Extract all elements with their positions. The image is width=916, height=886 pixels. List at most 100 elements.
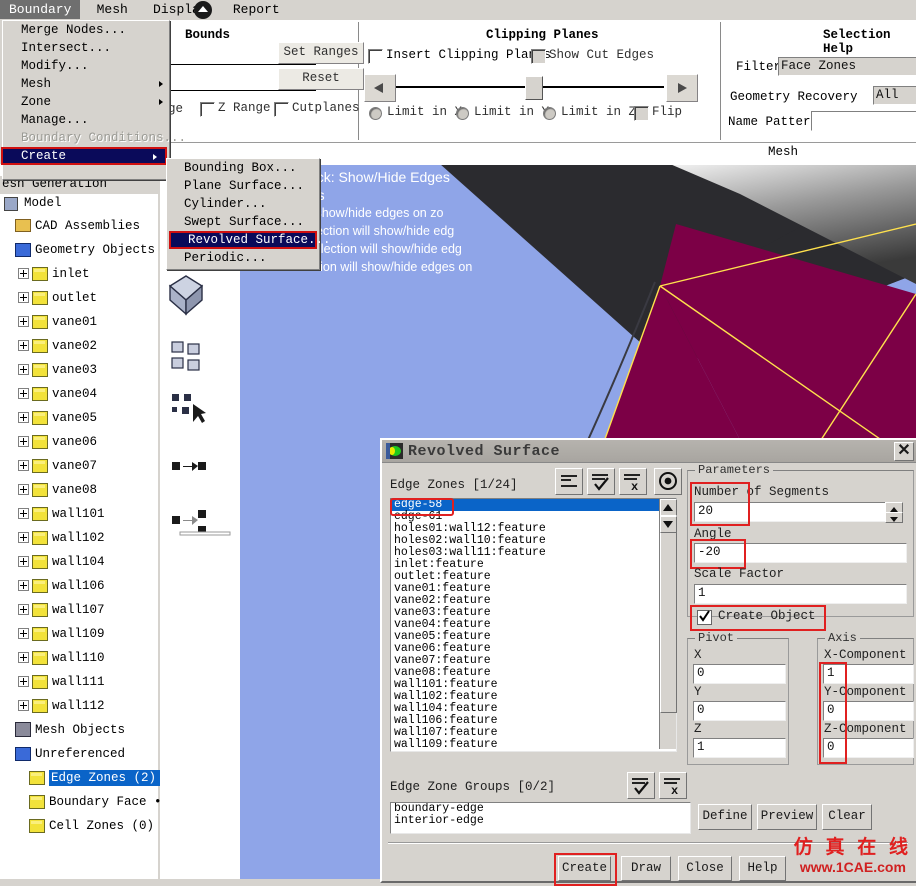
tree-node-edge-zones-2[interactable]: Edge Zones (2) <box>0 766 171 790</box>
expand-icon[interactable] <box>18 292 29 304</box>
limit-in-z-radio[interactable] <box>543 107 556 120</box>
tree-node-wall110[interactable]: wall110 <box>0 646 158 670</box>
tree-node-vane02[interactable]: vane02 <box>0 334 158 358</box>
chevron-up-circle-icon[interactable] <box>192 0 214 20</box>
expand-icon[interactable] <box>18 316 29 328</box>
side-toolbar[interactable] <box>160 164 240 879</box>
help-button[interactable]: Help <box>739 856 786 881</box>
tree-node-mesh-objects[interactable]: Mesh Objects <box>0 718 158 742</box>
clear-button[interactable]: Clear <box>822 804 872 830</box>
menu-report[interactable]: Report <box>224 0 289 19</box>
name-pattern-input[interactable] <box>811 111 916 131</box>
slider-left-button[interactable] <box>364 74 396 102</box>
menu-item-create[interactable]: Create <box>1 147 167 165</box>
clipping-slider-thumb[interactable] <box>525 76 543 100</box>
bounds-field-2[interactable] <box>168 90 316 91</box>
angle-input[interactable]: -20 <box>694 543 907 563</box>
z-range-checkbox[interactable] <box>200 102 215 117</box>
expand-icon[interactable] <box>18 628 29 640</box>
edge-zone-groups-listbox[interactable]: boundary-edge interior-edge <box>390 802 691 834</box>
expand-icon[interactable] <box>18 412 29 424</box>
scroll-thumb[interactable] <box>660 515 677 713</box>
expand-icon[interactable] <box>18 676 29 688</box>
menu-bar[interactable]: Boundary Mesh Display Report <box>0 0 916 20</box>
tree-node-vane05[interactable]: vane05 <box>0 406 158 430</box>
expand-icon[interactable] <box>18 652 29 664</box>
list-highlight-icon[interactable] <box>654 468 682 495</box>
tree-node-cell-zones-0[interactable]: Cell Zones (0) <box>0 814 158 838</box>
create-object-row[interactable]: Create Object <box>694 607 842 627</box>
tree-node-wall104[interactable]: wall104 <box>0 550 158 574</box>
menu-mesh[interactable]: Mesh <box>88 0 137 19</box>
menu-item-intersect[interactable]: Intersect... <box>3 39 169 57</box>
flip-checkbox[interactable] <box>634 106 649 121</box>
submenu-item-revolved-surface[interactable]: Revolved Surface... <box>169 231 331 249</box>
insert-clipping-planes-checkbox[interactable] <box>368 49 383 64</box>
geometry-recovery-value[interactable]: All <box>873 86 916 105</box>
slider-right-button[interactable] <box>666 74 698 102</box>
close-button[interactable]: Close <box>678 856 732 881</box>
tree-node-wall111[interactable]: wall111 <box>0 670 158 694</box>
tree-node-wall107[interactable]: wall107 <box>0 598 158 622</box>
bounds-field-1[interactable] <box>168 64 316 65</box>
list-clear-all-icon[interactable]: x <box>619 468 647 495</box>
scroll-up-icon[interactable] <box>660 499 677 516</box>
axis-z-input[interactable]: 0 <box>823 738 914 758</box>
cutplanes-checkbox[interactable] <box>274 102 289 117</box>
menu-item-mesh[interactable]: Mesh <box>3 75 169 93</box>
submenu-item-cylinder[interactable]: Cylinder... <box>167 195 319 213</box>
edge-zones-scrollbar[interactable] <box>659 499 677 749</box>
scroll-down-icon[interactable] <box>660 516 677 533</box>
number-of-segments-input[interactable]: 20 <box>694 502 889 522</box>
expand-icon[interactable] <box>18 364 29 376</box>
limit-in-y-radio[interactable] <box>456 107 469 120</box>
menu-item-merge-nodes[interactable]: Merge Nodes... <box>3 21 169 39</box>
create-button[interactable]: Create <box>558 856 611 881</box>
tree-node-unreferenced[interactable]: Unreferenced <box>0 742 158 766</box>
segments-spinner[interactable] <box>885 502 903 523</box>
expand-icon[interactable] <box>18 508 29 520</box>
tree-node-vane04[interactable]: vane04 <box>0 382 158 406</box>
menu-item-manage[interactable]: Manage... <box>3 111 169 129</box>
expand-icon[interactable] <box>18 388 29 400</box>
tree-node-vane08[interactable]: vane08 <box>0 478 158 502</box>
revolved-surface-dialog[interactable]: Revolved Surface ✕ Edge Zones [1/24] x e… <box>380 438 916 886</box>
expand-icon[interactable] <box>18 532 29 544</box>
list-deselect-icon[interactable] <box>555 468 583 495</box>
pivot-z-input[interactable]: 1 <box>693 738 786 758</box>
edge-zones-listbox[interactable]: edge-58 edge-61 holes01:wall12:feature hole… <box>390 498 677 752</box>
filter-value[interactable]: Face Zones <box>778 57 916 76</box>
expand-icon[interactable] <box>18 268 29 280</box>
expand-icon[interactable] <box>18 484 29 496</box>
expand-icon[interactable] <box>18 700 29 712</box>
axis-y-input[interactable]: 0 <box>823 701 914 721</box>
tree-node-cad-assemblies[interactable]: CAD Assemblies <box>0 214 158 238</box>
expand-icon[interactable] <box>18 460 29 472</box>
expand-icon[interactable] <box>18 604 29 616</box>
tree-list[interactable]: Model CAD Assemblies Geometry Objects inle… <box>0 192 177 838</box>
submenu-item-bounding-box[interactable]: Bounding Box... <box>167 159 319 177</box>
tree-node-boundary-face[interactable]: Boundary Face ••• <box>0 790 177 814</box>
preview-button[interactable]: Preview <box>757 804 817 830</box>
create-object-checkbox[interactable] <box>697 610 712 625</box>
limit-in-x-radio[interactable] <box>369 107 382 120</box>
dialog-title-bar[interactable]: Revolved Surface ✕ <box>382 440 916 463</box>
menu-item-zone[interactable]: Zone <box>3 93 169 111</box>
tree-node-vane06[interactable]: vane06 <box>0 430 158 454</box>
tree-node-model[interactable]: Model <box>0 192 158 214</box>
tree-node-wall101[interactable]: wall101 <box>0 502 158 526</box>
create-submenu[interactable]: Bounding Box... Plane Surface... Cylinder.… <box>166 158 331 270</box>
tree-node-vane03[interactable]: vane03 <box>0 358 158 382</box>
menu-boundary[interactable]: Boundary <box>0 0 81 19</box>
group-select-all-icon[interactable] <box>627 772 655 799</box>
expand-icon[interactable] <box>18 436 29 448</box>
tree-node-vane01[interactable]: vane01 <box>0 310 158 334</box>
tree-node-wall106[interactable]: wall106 <box>0 574 158 598</box>
axis-x-input[interactable]: 1 <box>823 664 914 684</box>
pivot-x-input[interactable]: 0 <box>693 664 786 684</box>
show-cut-edges-checkbox[interactable] <box>531 49 546 64</box>
draw-button[interactable]: Draw <box>621 856 671 881</box>
submenu-item-swept-surface[interactable]: Swept Surface... <box>167 213 319 231</box>
pivot-y-input[interactable]: 0 <box>693 701 786 721</box>
set-ranges-button[interactable]: Set Ranges <box>278 42 364 64</box>
